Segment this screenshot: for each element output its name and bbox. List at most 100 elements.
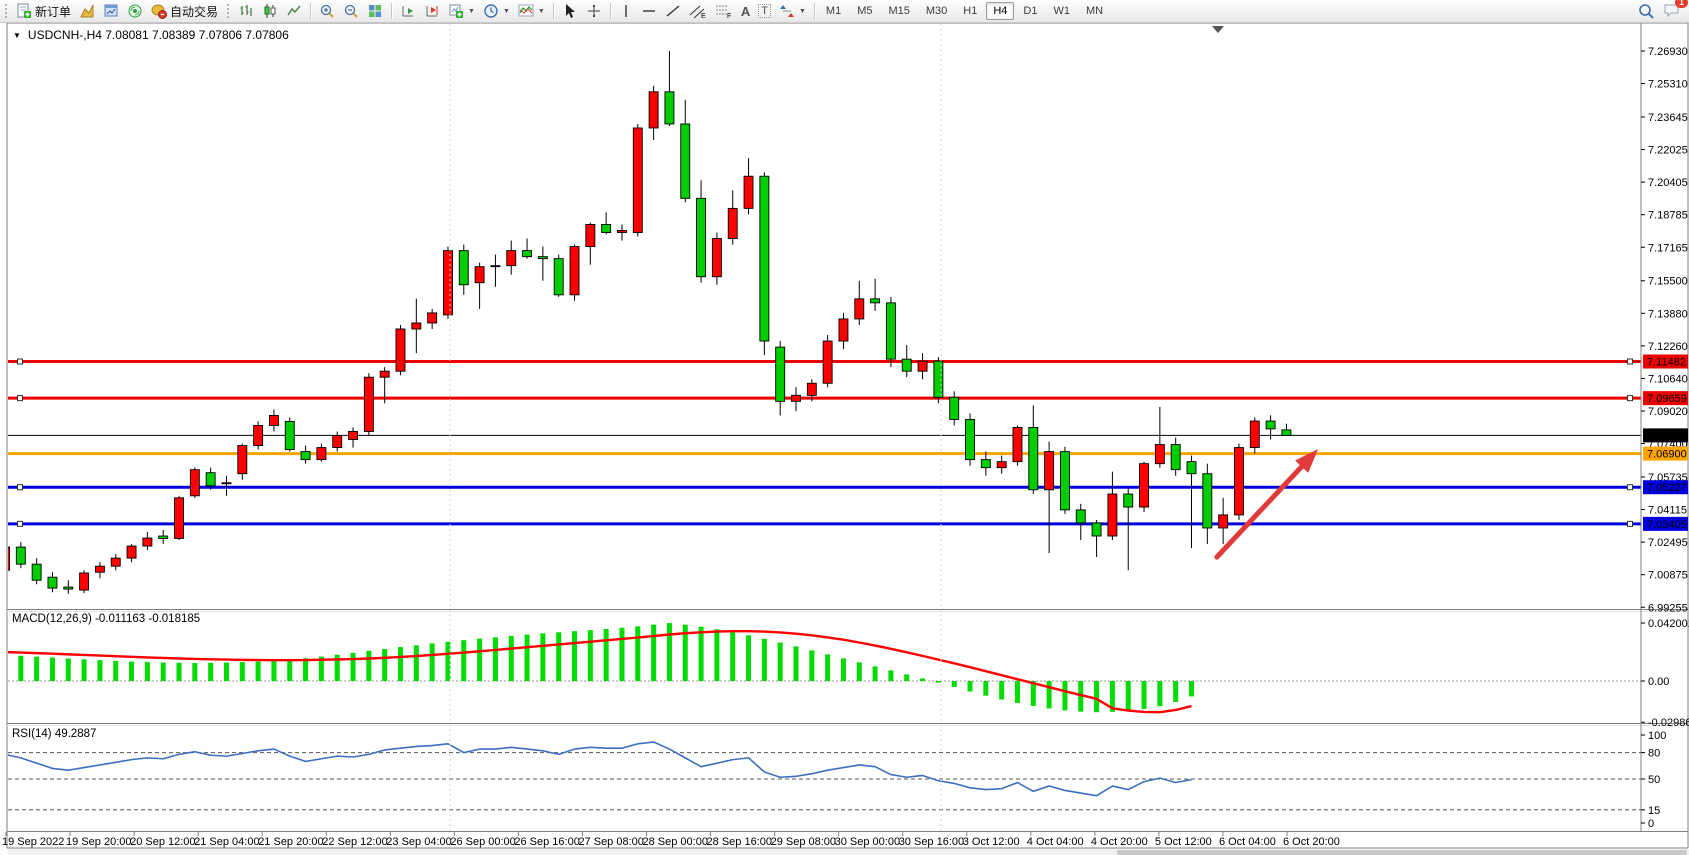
- level-line-handle[interactable]: [1628, 359, 1633, 364]
- tile-windows-button[interactable]: [363, 1, 387, 21]
- macd-indicator-label: MACD(12,26,9) -0.011163 -0.018185: [12, 613, 200, 625]
- macd-histogram-bar: [904, 674, 909, 681]
- price-tick-label: 7.17165: [1648, 242, 1688, 254]
- indicators-button[interactable]: ▼: [514, 1, 549, 21]
- market-watch-button[interactable]: [75, 1, 99, 21]
- horizontal-line-tool-button[interactable]: [637, 1, 661, 21]
- toolbar-grip: [5, 4, 7, 18]
- crosshair-tool-button[interactable]: [582, 1, 606, 21]
- candlestick-type-icon: [262, 3, 278, 19]
- macd-histogram-bar: [588, 630, 593, 681]
- timeframe-button-mn[interactable]: MN: [1079, 2, 1110, 20]
- price-tick-label: 7.02495: [1648, 537, 1688, 549]
- price-tick-label: 7.09020: [1648, 406, 1688, 418]
- macd-histogram-bar: [113, 661, 118, 681]
- level-line-handle[interactable]: [18, 359, 23, 364]
- macd-histogram-bar: [509, 636, 514, 681]
- cursor-tool-button[interactable]: [558, 1, 582, 21]
- candle-body: [475, 267, 484, 283]
- macd-histogram-bar: [430, 643, 435, 681]
- time-tick-label: 23 Sep 04:00: [386, 836, 451, 848]
- chart-shift-marker[interactable]: [1212, 26, 1224, 33]
- auto-trading-button[interactable]: 自动交易: [147, 1, 222, 21]
- macd-histogram-bar: [651, 625, 656, 681]
- macd-tick-label: -0.029864: [1648, 717, 1689, 729]
- level-line-handle[interactable]: [18, 485, 23, 490]
- timeframe-button-w1[interactable]: W1: [1046, 2, 1077, 20]
- horizontal-scrollbar-thumb[interactable]: [1117, 850, 1687, 855]
- zoom-out-button[interactable]: [339, 1, 363, 21]
- macd-histogram-bar: [809, 650, 814, 681]
- shapes-tool-button[interactable]: ▼: [775, 1, 810, 21]
- chart-canvas[interactable]: 7.269307.253107.236457.220257.204057.187…: [0, 0, 1689, 855]
- toolbar-right-group: 1: [1638, 2, 1689, 21]
- search-icon[interactable]: [1638, 3, 1655, 20]
- chart-shift-icon: [424, 3, 440, 19]
- market-watch-icon: [79, 3, 95, 19]
- new-order-button[interactable]: 新订单: [12, 1, 75, 21]
- vertical-line-tool-button[interactable]: [615, 1, 637, 21]
- candle-body: [1045, 452, 1054, 490]
- zoom-in-button[interactable]: [315, 1, 339, 21]
- trend-arrow[interactable]: [1217, 464, 1305, 557]
- macd-tick-label: 0.042001: [1648, 618, 1689, 630]
- candle-body: [1029, 427, 1038, 489]
- auto-scroll-button[interactable]: [396, 1, 420, 21]
- chart-shift-button[interactable]: [420, 1, 444, 21]
- candle-body: [412, 323, 421, 329]
- candle-body: [95, 566, 104, 572]
- rsi-panel: [5, 742, 1641, 810]
- text-label-tool-button[interactable]: T: [754, 1, 775, 21]
- level-line-handle[interactable]: [1628, 521, 1633, 526]
- candle-body: [1060, 452, 1069, 510]
- level-line-handle[interactable]: [18, 396, 23, 401]
- timeframe-button-h4[interactable]: H4: [986, 2, 1014, 20]
- macd-histogram-bar: [240, 662, 245, 681]
- trendline-tool-button[interactable]: [661, 1, 685, 21]
- macd-histogram-bar: [129, 662, 134, 681]
- line-chart-type-button[interactable]: [282, 1, 306, 21]
- time-tick-label: 22 Sep 12:00: [322, 836, 387, 848]
- macd-histogram-bar: [1126, 681, 1131, 711]
- timeframe-button-m30[interactable]: M30: [919, 2, 954, 20]
- signal-icon: [127, 3, 143, 19]
- timeframe-button-d1[interactable]: D1: [1016, 2, 1044, 20]
- signal-button[interactable]: [123, 1, 147, 21]
- time-tick-label: 6 Oct 20:00: [1283, 836, 1340, 848]
- fibonacci-tool-button[interactable]: F: [711, 1, 737, 21]
- new-chart-button[interactable]: ▼: [444, 1, 479, 21]
- level-line-handle[interactable]: [1628, 485, 1633, 490]
- timeframe-button-m15[interactable]: M15: [881, 2, 916, 20]
- candle-body: [681, 124, 690, 198]
- charts-window-button[interactable]: [99, 1, 123, 21]
- price-tick-label: 7.18785: [1648, 210, 1688, 222]
- period-button[interactable]: ▼: [479, 1, 514, 21]
- chevron-down-icon: ▼: [538, 8, 545, 15]
- price-tick-label: 6.99255: [1648, 602, 1688, 614]
- timeframe-button-m1[interactable]: M1: [819, 2, 848, 20]
- macd-histogram-bar: [604, 629, 609, 681]
- candle-body: [1092, 523, 1101, 536]
- zoom-out-icon: [343, 3, 359, 19]
- macd-histogram-bar: [556, 632, 561, 681]
- text-tool-button[interactable]: A: [737, 1, 754, 21]
- candlestick-type-button[interactable]: [258, 1, 282, 21]
- notifications-button[interactable]: 1: [1663, 2, 1681, 21]
- level-line-handle[interactable]: [18, 521, 23, 526]
- macd-histogram-bar: [161, 663, 166, 681]
- svg-text:E: E: [701, 13, 706, 19]
- candle-body: [491, 266, 500, 267]
- candle-body: [32, 564, 41, 580]
- level-line-handle[interactable]: [1628, 396, 1633, 401]
- timeframe-button-m5[interactable]: M5: [850, 2, 879, 20]
- macd-histogram-bar: [1094, 681, 1099, 712]
- price-badge-label: 7.09659: [1647, 393, 1687, 405]
- charts-window-icon: [103, 3, 119, 19]
- time-tick-label: 19 Sep 20:00: [66, 836, 131, 848]
- timeframe-button-h1[interactable]: H1: [956, 2, 984, 20]
- macd-histogram-bar: [351, 653, 356, 681]
- time-tick-label: 5 Oct 12:00: [1155, 836, 1212, 848]
- channel-tool-button[interactable]: E: [685, 1, 711, 21]
- bar-chart-type-button[interactable]: [234, 1, 258, 21]
- chart-title[interactable]: ▼USDCNH-,H4 7.08081 7.08389 7.07806 7.07…: [13, 28, 289, 42]
